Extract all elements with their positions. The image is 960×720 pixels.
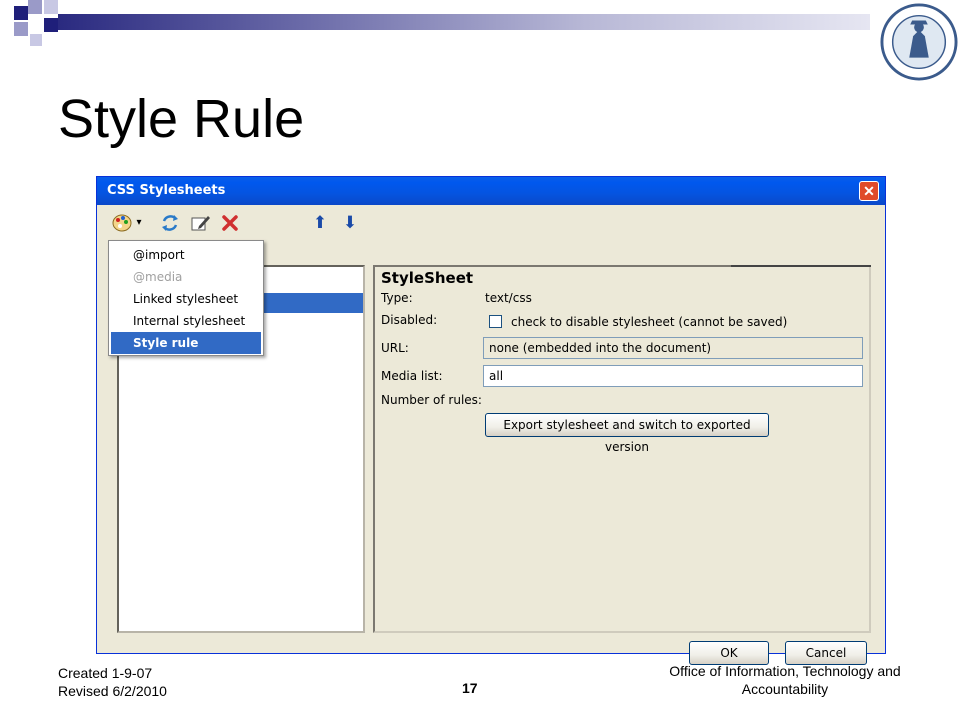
menu-item-media: @media <box>133 270 183 284</box>
page-number: 17 <box>462 680 478 696</box>
school-seal-icon <box>880 3 958 81</box>
decor-square-6 <box>44 18 58 32</box>
panel-divider <box>731 265 871 267</box>
menu-item-style-rule[interactable]: Style rule <box>111 332 261 354</box>
footer-dates: Created 1-9-07 Revised 6/2/2010 <box>58 664 167 700</box>
disable-stylesheet-checkbox[interactable] <box>489 315 502 328</box>
palette-icon[interactable] <box>111 212 133 234</box>
refresh-icon[interactable] <box>159 212 181 234</box>
menu-item-linked-stylesheet[interactable]: Linked stylesheet <box>111 288 261 310</box>
dialog-titlebar[interactable]: CSS Stylesheets ✕ <box>97 177 885 205</box>
footer-created: Created 1-9-07 <box>58 665 153 681</box>
decor-square-5 <box>30 34 42 46</box>
dropdown-arrow-icon[interactable]: ▾ <box>133 212 145 234</box>
stylesheet-properties-panel: StyleSheet Type: text/css Disabled: chec… <box>373 265 871 633</box>
close-button[interactable]: ✕ <box>859 181 879 201</box>
disable-checkbox-text[interactable]: check to disable stylesheet (cannot be s… <box>511 315 787 329</box>
close-icon: ✕ <box>863 183 875 199</box>
title-decor-bar <box>58 14 870 30</box>
decor-square-3 <box>44 0 58 14</box>
number-of-rules-label: Number of rules: <box>381 393 482 407</box>
slide-title: Style Rule <box>58 89 305 149</box>
edit-icon[interactable] <box>189 212 211 234</box>
disabled-label: Disabled: <box>381 313 438 327</box>
add-stylesheet-menu: @import @media Linked stylesheet Interna… <box>108 240 264 356</box>
menu-item-import[interactable]: @import <box>111 244 261 266</box>
url-field[interactable]: none (embedded into the document) <box>483 337 863 359</box>
decor-square-4 <box>14 22 28 36</box>
type-value: text/css <box>485 291 532 305</box>
media-list-label: Media list: <box>381 369 443 383</box>
type-label: Type: <box>381 291 413 305</box>
decor-square-1 <box>14 6 28 20</box>
arrow-up-icon[interactable]: ⬆ <box>309 212 331 234</box>
export-stylesheet-button[interactable]: Export stylesheet and switch to exported… <box>485 413 769 454</box>
media-list-field[interactable]: all <box>483 365 863 387</box>
footer-revised: Revised 6/2/2010 <box>58 683 167 699</box>
decor-square-2 <box>28 0 42 14</box>
menu-item-internal-stylesheet[interactable]: Internal stylesheet <box>111 310 261 332</box>
dialog-title: CSS Stylesheets <box>107 183 226 198</box>
url-label: URL: <box>381 341 409 355</box>
arrow-down-icon[interactable]: ⬇ <box>339 212 361 234</box>
delete-icon[interactable] <box>219 212 241 234</box>
footer-office: Office of Information, Technology and Ac… <box>669 663 901 697</box>
stylesheet-heading: StyleSheet <box>381 269 474 287</box>
